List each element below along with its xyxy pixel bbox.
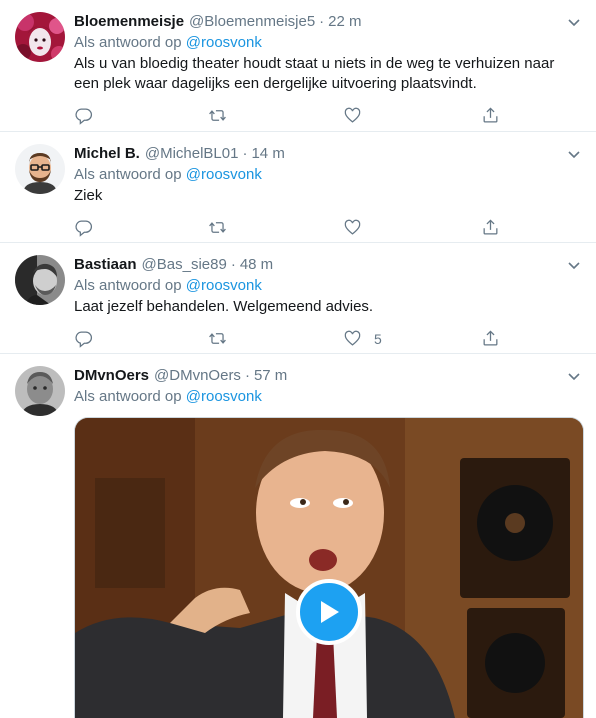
tweet-actions	[74, 98, 580, 134]
tweet-actions	[74, 210, 580, 246]
avatar-bloemenmeisje-icon[interactable]	[15, 12, 65, 62]
heart-icon	[344, 219, 361, 235]
author-handle[interactable]: @Bloemenmeisje5	[189, 12, 315, 32]
separator-dot: ·	[244, 367, 250, 384]
retweet-button[interactable]	[208, 218, 227, 237]
separator-dot: ·	[319, 13, 325, 30]
separator-dot: ·	[230, 256, 236, 273]
timestamp[interactable]: 22 m	[328, 12, 361, 32]
retweet-icon	[209, 333, 226, 344]
avatar-michel-icon[interactable]	[15, 144, 65, 194]
author-name[interactable]: Bloemenmeisje	[74, 12, 184, 32]
reply-mention-link[interactable]: @roosvonk	[186, 166, 262, 183]
play-icon	[321, 601, 339, 623]
gif-video-player[interactable]	[74, 417, 584, 718]
reply-prefix: Als antwoord op	[74, 277, 182, 294]
share-icon	[483, 219, 498, 235]
share-button[interactable]	[481, 218, 500, 237]
retweet-button[interactable]	[208, 329, 227, 348]
author-name[interactable]: Bastiaan	[74, 255, 137, 275]
reply-mention-link[interactable]: @roosvonk	[186, 388, 262, 405]
chevron-down-icon[interactable]	[566, 146, 582, 162]
reply-icon	[75, 220, 92, 237]
retweet-icon	[209, 222, 226, 233]
heart-icon	[344, 330, 361, 346]
reply-prefix: Als antwoord op	[74, 166, 182, 183]
reply-prefix: Als antwoord op	[74, 388, 182, 405]
tweet-header: DMvnOers @DMvnOers · 57 m	[74, 366, 580, 386]
chevron-down-icon[interactable]	[566, 14, 582, 30]
reply-context: Als antwoord op @roosvonk	[74, 165, 580, 185]
share-button[interactable]	[481, 106, 500, 125]
share-button[interactable]	[481, 329, 500, 348]
heart-icon	[344, 107, 361, 123]
author-handle[interactable]: @Bas_sie89	[142, 255, 227, 275]
reply-button[interactable]	[74, 329, 93, 348]
author-name[interactable]: Michel B.	[74, 144, 140, 164]
tweet[interactable]: Bastiaan @Bas_sie89 · 48 m Als antwoord …	[0, 243, 596, 354]
retweet-icon	[209, 110, 226, 121]
retweet-button[interactable]	[208, 106, 227, 125]
tweet-header: Bloemenmeisje @Bloemenmeisje5 · 22 m	[74, 12, 580, 32]
reply-button[interactable]	[74, 106, 93, 125]
tweet[interactable]: Bloemenmeisje @Bloemenmeisje5 · 22 m Als…	[0, 0, 596, 132]
author-handle[interactable]: @MichelBL01	[145, 144, 239, 164]
reply-mention-link[interactable]: @roosvonk	[186, 277, 262, 294]
like-button[interactable]: 5	[343, 329, 382, 348]
avatar-bastiaan-icon[interactable]	[15, 255, 65, 305]
reply-context: Als antwoord op @roosvonk	[74, 33, 580, 53]
author-handle[interactable]: @DMvnOers	[154, 366, 241, 386]
timestamp[interactable]: 57 m	[254, 366, 287, 386]
like-button[interactable]	[343, 218, 362, 237]
author-name[interactable]: DMvnOers	[74, 366, 149, 386]
reply-prefix: Als antwoord op	[74, 34, 182, 51]
separator-dot: ·	[242, 145, 248, 162]
reply-button[interactable]	[74, 218, 93, 237]
like-button[interactable]	[343, 106, 362, 125]
timestamp[interactable]: 14 m	[251, 144, 284, 164]
like-count: 5	[374, 330, 382, 347]
tweet-actions: 5	[74, 321, 580, 357]
chevron-down-icon[interactable]	[566, 257, 582, 273]
chevron-down-icon[interactable]	[566, 368, 582, 384]
avatar-dmvnoers-icon[interactable]	[15, 366, 65, 416]
share-icon	[483, 107, 498, 123]
tweet[interactable]: Michel B. @MichelBL01 · 14 m Als antwoor…	[0, 132, 596, 243]
reply-icon	[75, 108, 92, 125]
tweet-text: Laat jezelf behandelen. Welgemeend advie…	[74, 298, 374, 315]
share-icon	[483, 330, 498, 346]
play-button[interactable]	[296, 579, 362, 645]
reply-icon	[75, 331, 92, 348]
tweet-text: Ziek	[74, 187, 103, 204]
reply-context: Als antwoord op @roosvonk	[74, 276, 580, 296]
reply-context: Als antwoord op @roosvonk	[74, 387, 580, 407]
timestamp[interactable]: 48 m	[240, 255, 273, 275]
video-thumbnail	[75, 418, 583, 718]
tweet-header: Bastiaan @Bas_sie89 · 48 m	[74, 255, 580, 275]
tweet-header: Michel B. @MichelBL01 · 14 m	[74, 144, 580, 164]
reply-mention-link[interactable]: @roosvonk	[186, 34, 262, 51]
tweet[interactable]: DMvnOers @DMvnOers · 57 m Als antwoord o…	[0, 354, 596, 718]
tweet-text: Als u van bloedig theater houdt staat u …	[74, 55, 555, 92]
